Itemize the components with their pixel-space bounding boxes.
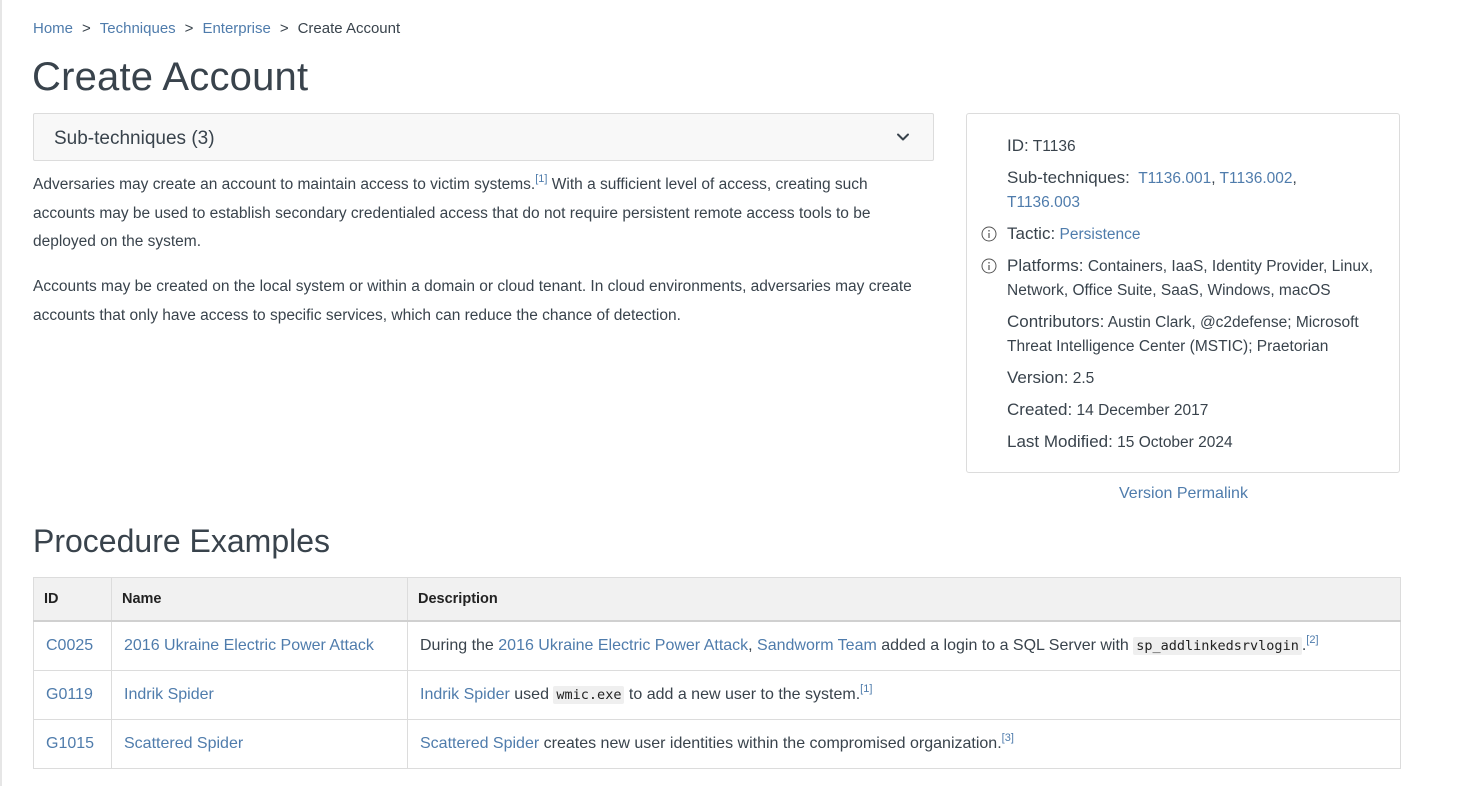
column-header-description[interactable]: Description [407,577,1401,622]
info-contributors-label: Contributors: [1007,312,1105,331]
tactic-link[interactable]: Persistence [1060,226,1141,243]
code-snippet: sp_addlinkedsrvlogin [1133,637,1302,655]
subtechnique-link[interactable]: T1136.003 [1007,194,1080,211]
table-row: G0119 Indrik Spider Indrik Spider used w… [33,670,1401,720]
reference-link[interactable]: [1] [535,173,547,185]
version-permalink-link[interactable]: Version Permalink [1119,485,1248,503]
technique-info-card: ID: T1136 Sub-techniques: T1136.001, T11… [966,113,1400,473]
info-subtechniques-label: Sub-techniques: [1007,168,1130,187]
procedure-examples-title: Procedure Examples [33,523,331,559]
breadcrumb-enterprise[interactable]: Enterprise [202,20,270,37]
group-link[interactable]: Scattered Spider [420,735,539,752]
info-platforms-row: Platforms: Containers, IaaS, Identity Pr… [981,254,1387,303]
info-version-value: 2.5 [1072,370,1095,387]
description-text: , [748,637,758,654]
info-subtechniques-row: Sub-techniques: T1136.001, T1136.002, T1… [1007,168,1297,211]
info-version-row: Version: 2.5 [1007,366,1387,391]
subtechnique-link[interactable]: T1136.002 [1220,170,1293,187]
info-version-label: Version: [1007,368,1069,387]
breadcrumb-current: Create Account [297,20,401,37]
info-circle-icon[interactable] [981,258,997,274]
info-id-label: ID: [1007,136,1029,155]
cell-description: Scattered Spider creates new user identi… [407,719,1401,769]
procedure-id-link[interactable]: G0119 [46,686,93,703]
cell-description: During the 2016 Ukraine Electric Power A… [407,620,1401,671]
description-text: creates new user identities within the c… [539,735,1002,752]
breadcrumb-separator: > [279,20,289,37]
group-link[interactable]: Indrik Spider [420,686,510,703]
cell-name: Scattered Spider [111,719,408,769]
procedure-name-link[interactable]: Scattered Spider [124,735,243,752]
procedure-name-link[interactable]: Indrik Spider [124,686,214,703]
info-created-label: Created: [1007,400,1073,419]
info-contributors-row: Contributors: Austin Clark, @c2defense; … [1007,310,1387,359]
description-text: used [509,686,554,703]
description-text: to add a new user to the system. [624,686,861,703]
cell-id: G1015 [33,719,112,769]
procedure-name-link[interactable]: 2016 Ukraine Electric Power Attack [124,637,374,654]
cell-name: Indrik Spider [111,670,408,720]
description-text: Adversaries may create an account to mai… [33,176,536,193]
breadcrumb: Home > Techniques > Enterprise > Create Accoun… [33,20,400,37]
breadcrumb-home[interactable]: Home [33,20,73,37]
info-platforms-label: Platforms: [1007,256,1084,275]
info-tactic-row: Tactic: Persistence [981,222,1387,247]
breadcrumb-separator: > [82,20,91,37]
cell-description: Indrik Spider used wmic.exe to add a new… [407,670,1401,720]
procedure-examples-table: ID Name Description C0025 2016 Ukraine E… [33,577,1401,769]
cell-name: 2016 Ukraine Electric Power Attack [111,620,408,671]
code-snippet: wmic.exe [553,686,625,704]
column-header-id[interactable]: ID [33,577,112,622]
info-modified-label: Last Modified: [1007,432,1113,451]
info-circle-icon[interactable] [981,226,997,242]
cell-id: G0119 [33,670,112,720]
chevron-down-icon [897,133,909,141]
left-border [0,0,2,786]
breadcrumb-techniques[interactable]: Techniques [100,20,176,37]
table-header-row: ID Name Description [33,577,1401,622]
reference-link[interactable]: [1] [860,683,872,695]
table-row: C0025 2016 Ukraine Electric Power Attack… [33,620,1401,671]
info-tactic-label: Tactic: [1007,224,1056,243]
info-created-row: Created: 14 December 2017 [1007,398,1387,423]
description-text: added a login to a SQL Server with [876,637,1134,654]
subtechniques-toggle-label: Sub-techniques (3) [54,128,215,149]
table-row: G1015 Scattered Spider Scattered Spider … [33,719,1401,769]
description-2: Accounts may be created on the local sys… [33,273,913,330]
subtechniques-toggle[interactable]: Sub-techniques (3) [33,113,934,161]
reference-link[interactable]: [2] [1306,634,1318,646]
procedure-id-link[interactable]: G1015 [46,735,94,752]
subtechnique-link[interactable]: T1136.001 [1138,170,1211,187]
description-text: During the [420,637,499,654]
info-modified-row: Last Modified: 15 October 2024 [1007,430,1387,455]
page-title: Create Account [32,55,309,99]
info-id-row: ID: T1136 [1007,134,1387,159]
campaign-link[interactable]: 2016 Ukraine Electric Power Attack [498,637,748,654]
description-paragraph-2: Accounts may be created on the local sys… [33,278,912,324]
group-link[interactable]: Sandworm Team [757,637,877,654]
info-modified-value: 15 October 2024 [1117,434,1233,451]
info-id-value: T1136 [1032,138,1076,155]
procedure-id-link[interactable]: C0025 [46,637,93,654]
description-paragraph-1: Adversaries may create an account to mai… [33,171,913,257]
breadcrumb-separator: > [184,20,194,37]
column-header-name[interactable]: Name [111,577,408,622]
description: Adversaries may create an account to mai… [33,171,913,257]
reference-link[interactable]: [3] [1002,732,1014,744]
info-created-value: 14 December 2017 [1076,402,1209,419]
cell-id: C0025 [33,620,112,671]
